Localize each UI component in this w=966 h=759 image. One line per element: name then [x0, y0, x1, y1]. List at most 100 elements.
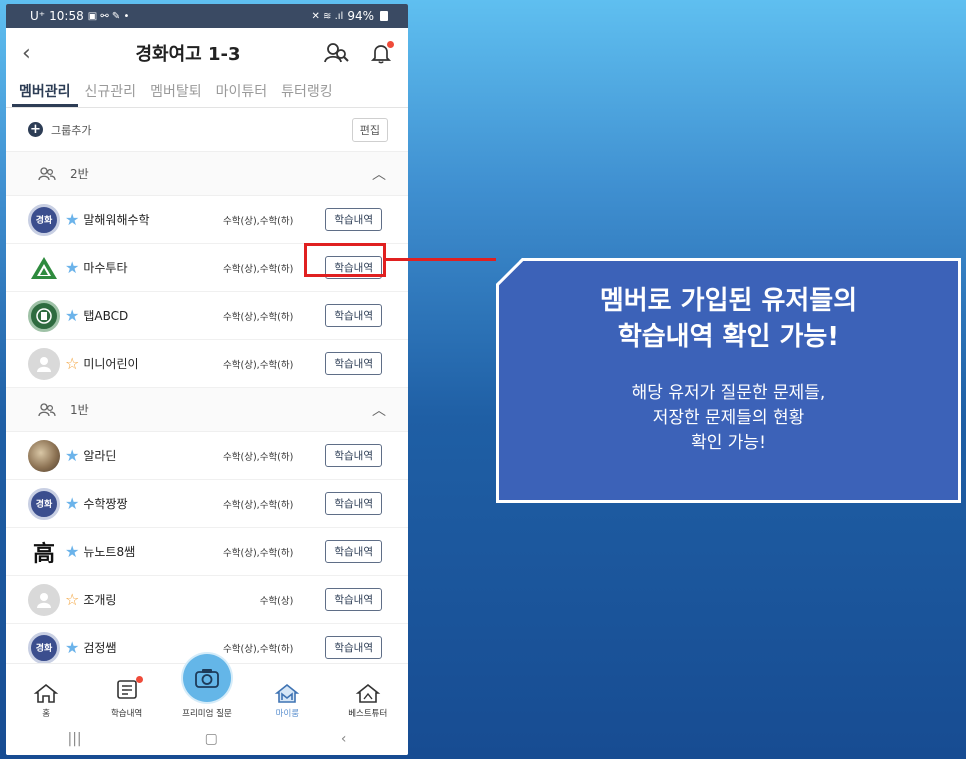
member-subjects: 수학(상),수학(하)	[223, 451, 294, 463]
nav-my-room-label: 마이룸	[275, 709, 300, 719]
member-search-icon[interactable]	[324, 42, 350, 64]
callout-title-line1: 멤버로 가입된 유저들의	[599, 286, 858, 316]
notification-bell-icon[interactable]	[370, 41, 394, 64]
avatar[interactable]	[28, 252, 60, 284]
star-filled-icon[interactable]: ★	[65, 211, 79, 228]
study-history-button[interactable]: 학습내역	[325, 588, 382, 611]
group-users-icon	[38, 166, 56, 180]
member-subjects: 수학(상),수학(하)	[223, 359, 294, 371]
avatar[interactable]	[28, 347, 60, 380]
avatar[interactable]	[28, 439, 60, 472]
member-name: 미니어린이	[83, 357, 139, 371]
system-home-icon[interactable]: ▢	[205, 731, 218, 747]
avatar[interactable]: 高	[28, 536, 60, 568]
study-history-button[interactable]: 학습내역	[325, 444, 382, 467]
star-filled-icon[interactable]: ★	[65, 307, 79, 324]
group-toolbar: + 그룹추가 편집	[6, 108, 408, 152]
nav-home[interactable]: 홈	[11, 682, 81, 719]
callout-body-line1: 해당 유저가 질문한 문제들,	[631, 383, 826, 403]
bottom-navigation: 홈 학습내역 프리미엄 질문 마이룸 베스트튜터	[6, 654, 408, 723]
member-name: 조개링	[83, 593, 117, 607]
nav-study-history-label: 학습내역	[110, 709, 143, 719]
member-row: ★ 알라딘 수학(상),수학(하) 학습내역	[6, 432, 408, 480]
member-name: 수학짱짱	[83, 497, 128, 511]
add-group-button[interactable]: + 그룹추가	[28, 122, 91, 138]
star-filled-icon[interactable]: ★	[65, 447, 79, 464]
myroom-icon	[275, 683, 300, 703]
edit-button[interactable]: 편집	[351, 117, 388, 142]
member-subjects: 수학(상),수학(하)	[223, 311, 294, 323]
study-history-button[interactable]: 학습내역	[325, 304, 382, 327]
study-history-button[interactable]: 학습내역	[325, 636, 382, 659]
nav-best-tutor-label: 베스트튜터	[348, 709, 388, 719]
nav-home-label: 홈	[42, 709, 51, 719]
tab-bar: 멤버관리 신규관리 멤버탈퇴 마이튜터 튜터랭킹	[6, 78, 408, 108]
study-history-button[interactable]: 학습내역	[325, 352, 382, 375]
star-filled-icon[interactable]: ★	[65, 543, 79, 560]
feature-callout: 멤버로 가입된 유저들의 학습내역 확인 가능! 해당 유저가 질문한 문제들,…	[496, 258, 961, 503]
notification-icons: ▣ ⚯ ✎ •	[87, 10, 130, 22]
member-name: 알라딘	[83, 449, 117, 463]
star-outline-icon[interactable]: ☆	[65, 355, 79, 372]
home-icon	[33, 683, 59, 703]
callout-title-line2: 학습내역 확인 가능!	[617, 322, 840, 352]
group-header[interactable]: 1반 ︿	[6, 388, 408, 432]
star-filled-icon[interactable]: ★	[65, 639, 79, 656]
group-users-icon	[38, 402, 56, 416]
study-history-button[interactable]: 학습내역	[325, 492, 382, 515]
recent-apps-icon[interactable]: |||	[68, 731, 82, 747]
tab-member-management[interactable]: 멤버관리	[12, 81, 78, 107]
status-bar: U⁺ 10:58 ▣ ⚯ ✎ • ✕ ≋ .ıl 94%	[6, 4, 408, 28]
member-name: 말해워해수학	[83, 213, 150, 227]
callout-title: 멤버로 가입된 유저들의 학습내역 확인 가능!	[499, 283, 958, 355]
nav-premium-question-label: 프리미엄 질문	[182, 709, 232, 719]
member-row: 경화 ★ 말해워해수학 수학(상),수학(하) 학습내역	[6, 196, 408, 244]
nav-best-tutor[interactable]: 베스트튜터	[333, 682, 403, 719]
plus-icon: +	[28, 122, 43, 137]
tab-new-management[interactable]: 신규관리	[78, 81, 144, 107]
tab-tutor-ranking[interactable]: 튜터랭킹	[274, 81, 340, 107]
camera-button[interactable]	[182, 654, 231, 702]
group-name: 1반	[70, 403, 89, 417]
avatar-text: 경화	[35, 216, 53, 226]
study-history-button[interactable]: 학습내역	[325, 208, 382, 231]
avatar[interactable]: 경화	[28, 487, 60, 520]
best-tutor-icon	[355, 683, 381, 703]
callout-body-line2: 저장한 문제들의 현황	[652, 408, 805, 428]
group-title: 1반	[38, 401, 89, 418]
nav-my-room[interactable]: 마이룸	[252, 682, 322, 719]
member-subjects: 수학(상),수학(하)	[223, 499, 294, 511]
chevron-up-icon[interactable]: ︿	[372, 164, 386, 184]
camera-icon	[195, 669, 219, 688]
tab-member-withdrawal[interactable]: 멤버탈퇴	[143, 81, 209, 107]
nav-study-history[interactable]: 학습내역	[92, 676, 162, 719]
group-name: 2반	[70, 167, 89, 181]
avatar[interactable]: 경화	[28, 631, 60, 664]
member-row: ★ 탭ABCD 수학(상),수학(하) 학습내역	[6, 292, 408, 340]
add-group-label: 그룹추가	[51, 123, 92, 137]
notebook-wrap	[114, 676, 143, 704]
app-header: ‹ 경화여고 1-3	[6, 28, 408, 78]
study-history-button[interactable]: 학습내역	[325, 540, 382, 563]
member-subjects: 수학(상),수학(하)	[223, 263, 294, 275]
chevron-up-icon[interactable]: ︿	[372, 400, 386, 420]
study-history-button[interactable]: 학습내역	[325, 256, 382, 279]
nav-premium-question[interactable]: 프리미엄 질문	[172, 654, 242, 719]
star-outline-icon[interactable]: ☆	[65, 591, 79, 608]
avatar-text: 高	[32, 540, 55, 567]
avatar[interactable]	[28, 583, 60, 616]
avatar[interactable]: 경화	[28, 203, 60, 236]
member-subjects: 수학(상),수학(하)	[223, 215, 294, 227]
page-title: 경화여고 1-3	[135, 44, 241, 65]
star-filled-icon[interactable]: ★	[65, 259, 79, 276]
system-back-icon[interactable]: ‹	[341, 731, 347, 747]
member-name: 마수투타	[83, 261, 128, 275]
member-row: ★ 마수투타 수학(상),수학(하) 학습내역	[6, 244, 408, 292]
tab-my-tutor[interactable]: 마이튜터	[209, 81, 275, 107]
callout-body: 해당 유저가 질문한 문제들, 저장한 문제들의 현황 확인 가능!	[499, 381, 958, 456]
back-arrow-icon[interactable]: ‹	[22, 41, 52, 66]
star-filled-icon[interactable]: ★	[65, 495, 79, 512]
group-header[interactable]: 2반 ︿	[6, 152, 408, 196]
avatar[interactable]	[28, 299, 60, 332]
signal-icons: ✕ ≋ .ıl	[311, 10, 344, 22]
